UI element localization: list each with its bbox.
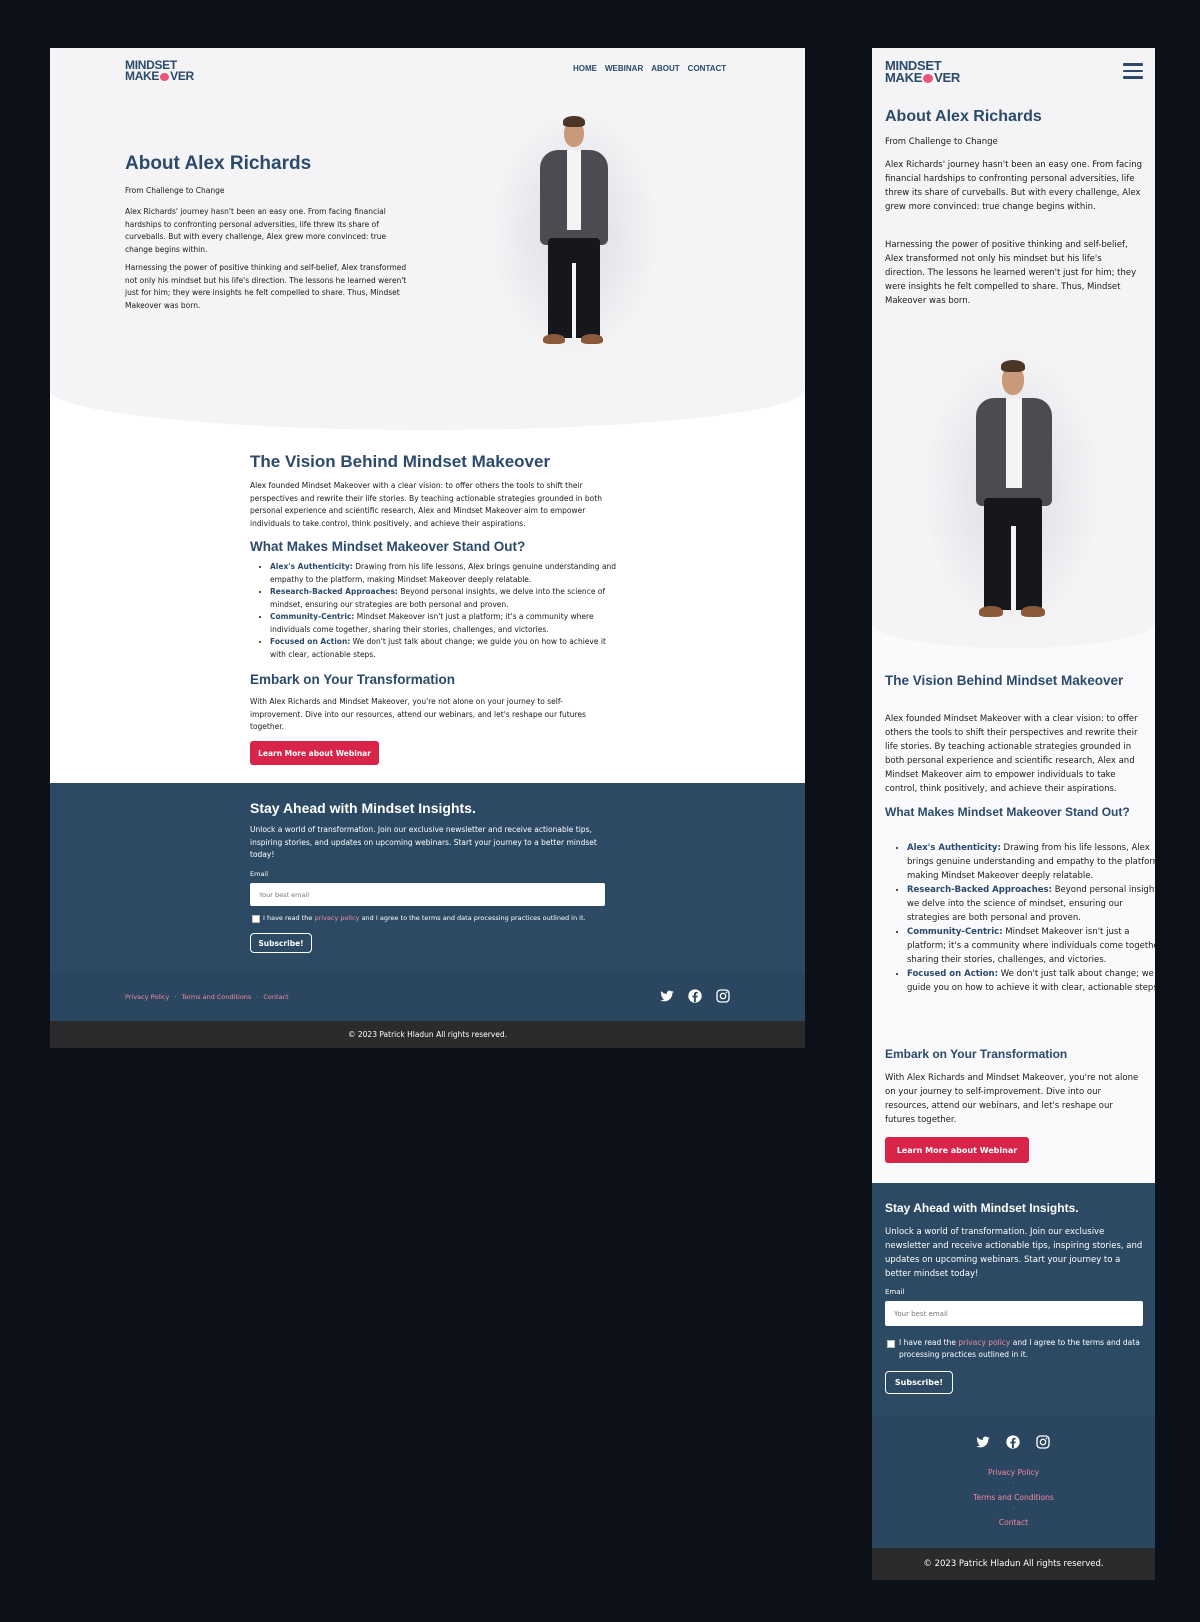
hero-paragraph-2: Harnessing the power of positive thinkin… <box>885 240 1137 306</box>
email-field[interactable]: Your best email <box>885 1301 1143 1326</box>
alex-portrait <box>490 108 660 363</box>
facebook-icon[interactable] <box>1005 1434 1021 1450</box>
brand-logo[interactable]: MINDSET MAKE VER <box>125 59 194 83</box>
desktop-mockup: MINDSET MAKE VER HOME WEBINAR ABOUT CONTA… <box>50 48 805 1048</box>
newsletter-text: Unlock a world of transformation. Join o… <box>885 1227 1143 1279</box>
footer: Privacy Policy · Terms and Conditions · … <box>50 973 805 1021</box>
footer-link-privacy[interactable]: Privacy Policy <box>125 993 169 1001</box>
brain-icon <box>160 73 170 82</box>
copyright: © 2023 Patrick Hladun All rights reserve… <box>872 1548 1155 1580</box>
hero-paragraph-2: Harnessing the power of positive thinkin… <box>125 263 407 310</box>
list-item: Community-Centric: Mindset Makeover isn'… <box>270 611 622 636</box>
social-icons <box>659 988 731 1004</box>
brain-icon <box>923 74 934 84</box>
list-item: Alex's Authenticity: Drawing from his li… <box>907 841 1155 883</box>
footer-link-terms[interactable]: Terms and Conditions <box>872 1493 1155 1502</box>
privacy-policy-link[interactable]: privacy policy <box>314 914 359 922</box>
newsletter-text: Unlock a world of transformation. Join o… <box>250 825 597 859</box>
learn-more-webinar-button[interactable]: Learn More about Webinar <box>885 1137 1029 1163</box>
footer-link-contact[interactable]: Contact <box>263 993 288 1001</box>
standout-list: Alex's Authenticity: Drawing from his li… <box>885 841 1155 995</box>
consent-checkbox[interactable] <box>252 915 260 923</box>
newsletter-heading: Stay Ahead with Mindset Insights. <box>250 800 476 816</box>
embark-text: With Alex Richards and Mindset Makeover,… <box>885 1073 1139 1125</box>
consent-checkbox[interactable] <box>887 1340 895 1348</box>
privacy-policy-link[interactable]: privacy policy <box>958 1338 1010 1347</box>
footer-separator: · <box>1012 1480 1015 1487</box>
subscribe-button[interactable]: Subscribe! <box>885 1371 953 1394</box>
footer-link-contact[interactable]: Contact <box>872 1518 1155 1527</box>
hero-paragraph-1: Alex Richards' journey hasn't been an ea… <box>125 207 387 254</box>
standout-list: Alex's Authenticity: Drawing from his li… <box>250 561 622 661</box>
vision-text: Alex founded Mindset Makeover with a cle… <box>250 481 602 528</box>
alex-portrait <box>922 348 1102 638</box>
embark-text: With Alex Richards and Mindset Makeover,… <box>250 697 586 731</box>
nav-home[interactable]: HOME <box>573 64 597 73</box>
embark-heading: Embark on Your Transformation <box>885 1047 1068 1061</box>
nav-webinar[interactable]: WEBINAR <box>605 64 643 73</box>
email-label: Email <box>250 870 269 878</box>
instagram-icon[interactable] <box>1035 1434 1051 1450</box>
list-item: Research-Backed Approaches: Beyond perso… <box>907 883 1155 925</box>
footer-link-terms[interactable]: Terms and Conditions <box>181 993 251 1001</box>
brand-logo[interactable]: MINDSET MAKE VER <box>885 59 960 85</box>
footer-separator: · <box>1012 1505 1015 1512</box>
list-item: Focused on Action: We don't just talk ab… <box>907 967 1155 995</box>
twitter-icon[interactable] <box>975 1434 991 1450</box>
instagram-icon[interactable] <box>715 988 731 1004</box>
learn-more-webinar-button[interactable]: Learn More about Webinar <box>250 741 379 765</box>
vision-text: Alex founded Mindset Makeover with a cle… <box>885 714 1138 794</box>
page-subtitle: From Challenge to Change <box>125 186 225 195</box>
mobile-mockup: MINDSET MAKE VER About Alex Richards From… <box>872 48 1155 1580</box>
consent-text: I have read the privacy policy and I agr… <box>899 1338 1140 1359</box>
nav-contact[interactable]: CONTACT <box>688 64 727 73</box>
footer-link-privacy[interactable]: Privacy Policy <box>872 1468 1155 1477</box>
page-title: About Alex Richards <box>125 153 312 174</box>
vision-heading: The Vision Behind Mindset Makeover <box>250 452 551 471</box>
newsletter-heading: Stay Ahead with Mindset Insights. <box>885 1201 1079 1215</box>
newsletter-section: Stay Ahead with Mindset Insights. Unlock… <box>50 783 805 973</box>
main-nav: HOME WEBINAR ABOUT CONTACT <box>573 64 726 73</box>
email-field[interactable]: Your best email <box>250 883 605 906</box>
embark-heading: Embark on Your Transformation <box>250 672 456 687</box>
subscribe-button[interactable]: Subscribe! <box>250 933 312 953</box>
newsletter-section: Stay Ahead with Mindset Insights. Unlock… <box>872 1183 1155 1416</box>
page-title: About Alex Richards <box>885 108 1042 125</box>
footer-separator: · <box>174 993 177 1001</box>
standout-heading: What Makes Mindset Makeover Stand Out? <box>250 539 526 554</box>
hamburger-menu-icon[interactable] <box>1123 63 1143 79</box>
consent-text: I have read the privacy policy and I agr… <box>263 914 586 922</box>
standout-heading: What Makes Mindset Makeover Stand Out? <box>885 805 1130 819</box>
email-label: Email <box>885 1288 905 1296</box>
hero-paragraph-1: Alex Richards' journey hasn't been an ea… <box>885 160 1143 212</box>
footer: Privacy Policy · Terms and Conditions · … <box>872 1416 1155 1548</box>
list-item: Community-Centric: Mindset Makeover isn'… <box>907 925 1155 967</box>
copyright: © 2023 Patrick Hladun All rights reserve… <box>50 1021 805 1048</box>
list-item: Alex's Authenticity: Drawing from his li… <box>270 561 622 586</box>
footer-separator: · <box>256 993 259 1001</box>
social-icons <box>975 1434 1051 1450</box>
page-subtitle: From Challenge to Change <box>885 137 998 147</box>
list-item: Research-Backed Approaches: Beyond perso… <box>270 586 622 611</box>
vision-heading: The Vision Behind Mindset Makeover <box>885 673 1124 688</box>
twitter-icon[interactable] <box>659 988 675 1004</box>
facebook-icon[interactable] <box>687 988 703 1004</box>
nav-about[interactable]: ABOUT <box>651 64 679 73</box>
footer-links: Privacy Policy · Terms and Conditions · … <box>125 993 289 1001</box>
list-item: Focused on Action: We don't just talk ab… <box>270 636 622 661</box>
